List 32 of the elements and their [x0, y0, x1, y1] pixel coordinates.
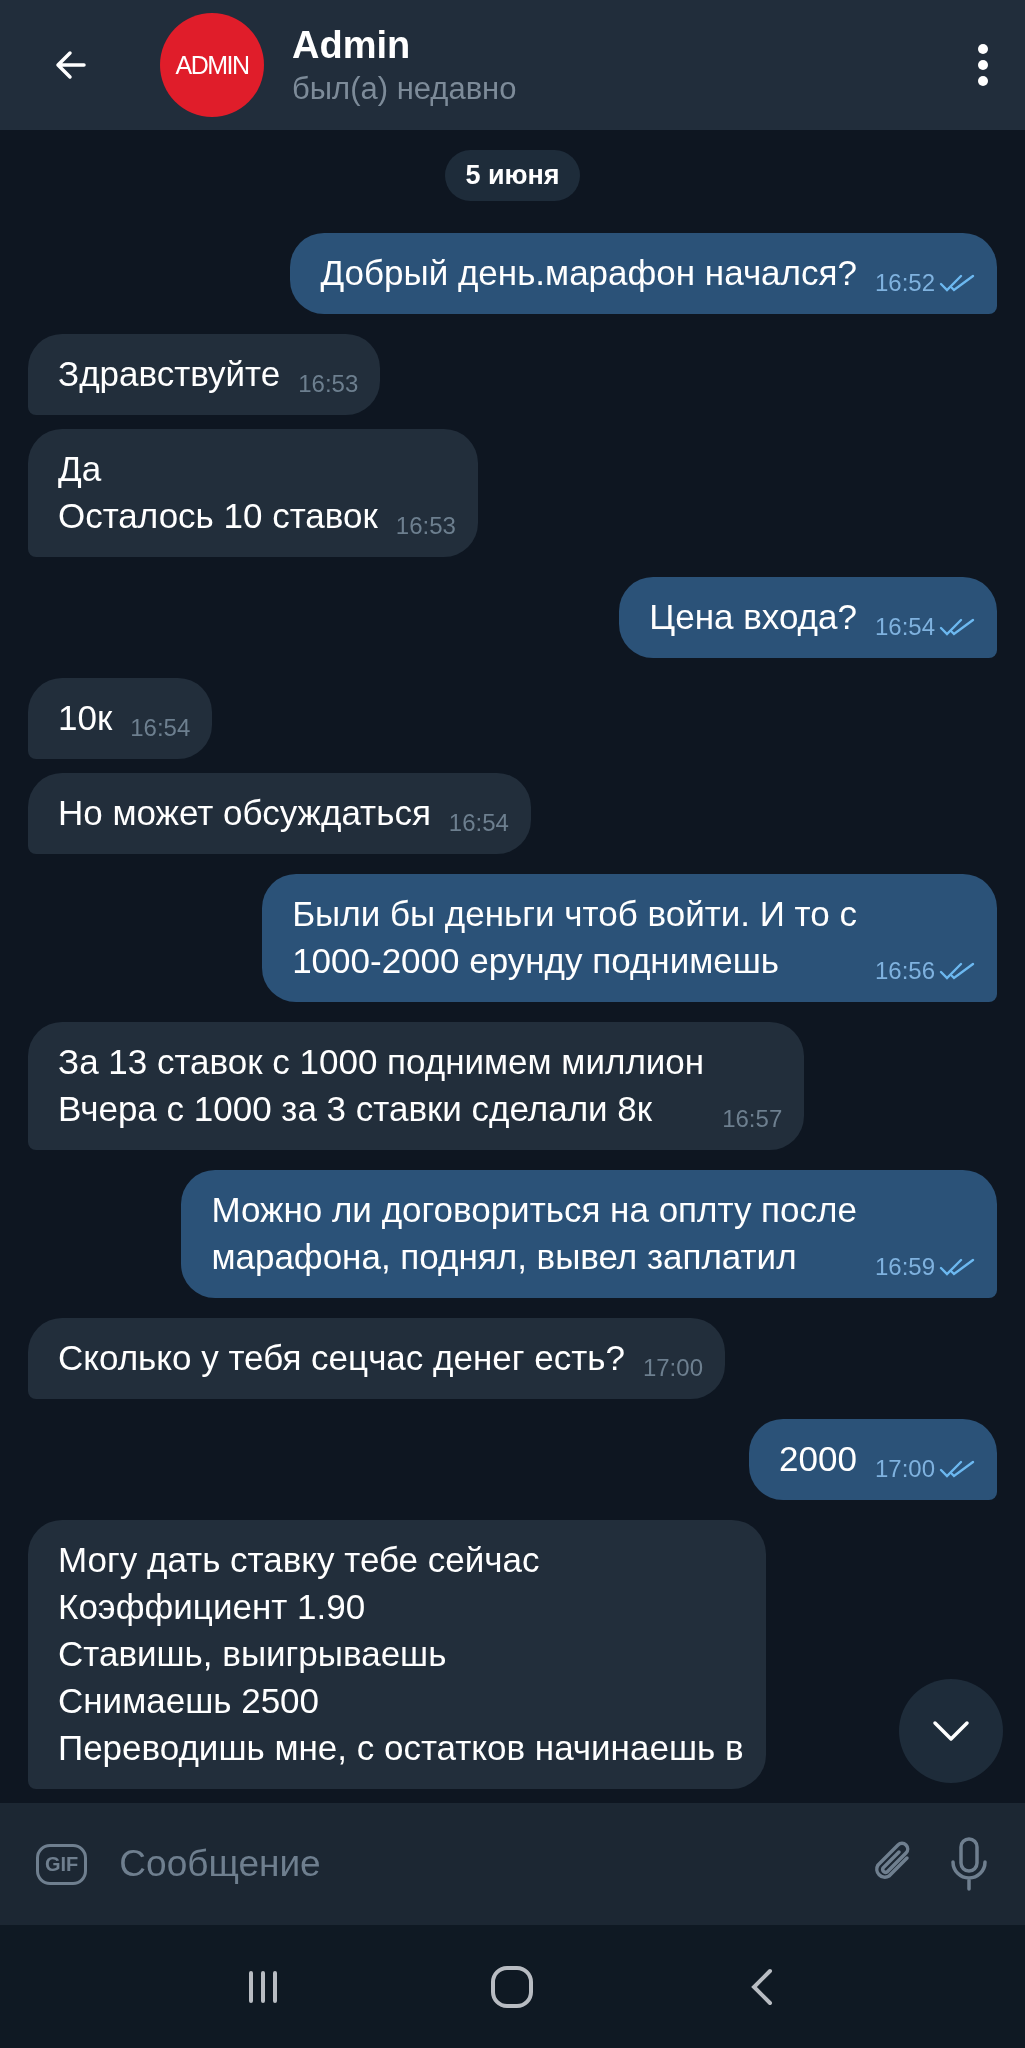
message-time: 16:59: [874, 1252, 935, 1282]
message-text: За 13 ставок с 1000 поднимем миллион Вчера с 1000 за 3 ставки сделали 8к: [58, 1041, 705, 1130]
message-text: 10к: [58, 697, 113, 739]
date-chip: 5 июня: [445, 150, 580, 201]
message-text: Здравствуйте: [58, 353, 281, 395]
microphone-icon[interactable]: [949, 1836, 989, 1892]
avatar[interactable]: ADMIN: [160, 13, 264, 117]
message-time: 16:54: [874, 612, 935, 642]
message-time: 16:52: [874, 268, 935, 298]
message-input[interactable]: Сообщение: [117, 1842, 799, 1886]
message-time: 17:00: [874, 1454, 935, 1484]
message-text: Добрый день.марафон начался?: [320, 252, 857, 294]
message-time: 16:54: [448, 808, 509, 838]
message-text: Могу дать ставку тебе сейчас Коэффициент 1.90 Ставишь, выигрываешь Снимаешь 2500 Переводишь мне, с остатков начинаешь в: [58, 1539, 744, 1769]
message-time: 16:53: [395, 511, 456, 541]
message-time: 16:53: [298, 369, 359, 399]
more-icon[interactable]: [977, 43, 989, 87]
gif-button[interactable]: GIF: [36, 1843, 88, 1885]
last-seen-status: был(а) недавно: [292, 70, 518, 107]
message-time: 16:56: [874, 956, 935, 986]
chat-title: Admin: [292, 23, 412, 67]
message-text: Да Осталось 10 ставок: [58, 448, 378, 537]
chevron-down-icon: [931, 1719, 971, 1743]
message-time: 16:54: [130, 713, 191, 743]
message-text: Цена входа?: [649, 596, 857, 638]
message-text: 2000: [779, 1438, 857, 1480]
message-text: Были бы деньги чтоб войти. И то с 1000-2000 ерунду поднимешь: [292, 893, 857, 982]
message-text: Сколько у тебя сецчас денег есть?: [58, 1337, 625, 1379]
message-text: Но может обсуждаться: [58, 792, 431, 834]
message-text: Можно ли договориться на оплту после марафона, поднял, вывел заплатил: [211, 1189, 857, 1278]
message-time: 16:57: [722, 1104, 783, 1134]
message-time: 17:00: [642, 1353, 703, 1383]
